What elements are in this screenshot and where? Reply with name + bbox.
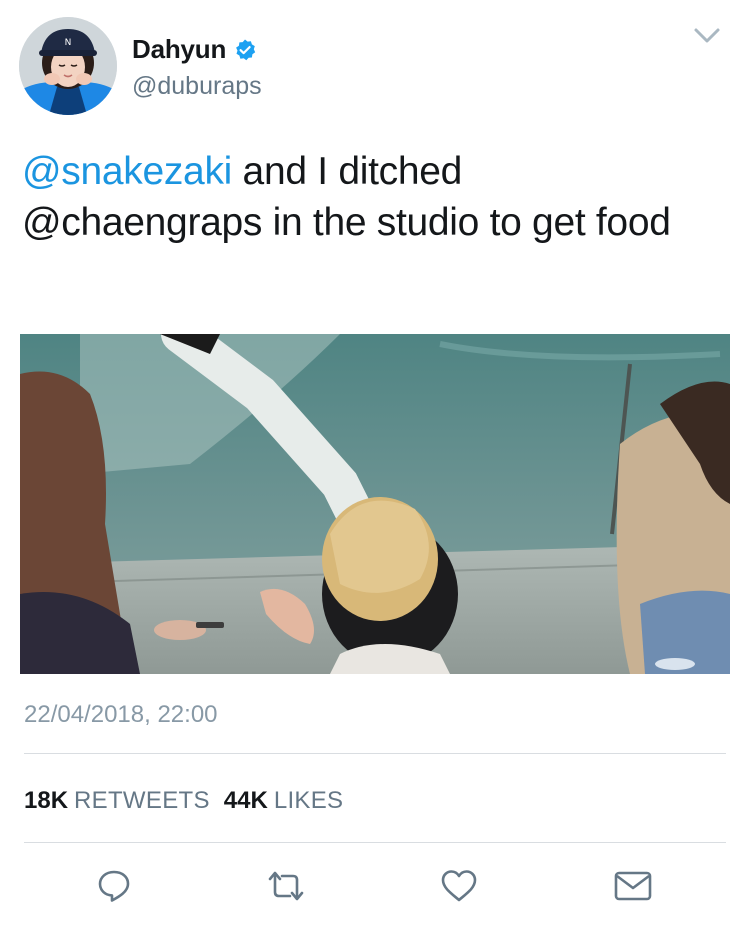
likes-label[interactable]: LIKES: [274, 787, 344, 815]
likes-count[interactable]: 44K: [224, 787, 268, 815]
tweet-timestamp[interactable]: 22/04/2018, 22:00: [24, 701, 218, 729]
like-button[interactable]: [438, 866, 480, 906]
tweet-text-line-2: @chaengraps in the studio to get food: [22, 201, 671, 244]
direct-message-button[interactable]: [612, 866, 654, 906]
heart-icon: [441, 870, 477, 902]
user-handle[interactable]: @duburaps: [132, 72, 262, 101]
tweet-media[interactable]: [20, 334, 730, 674]
reply-icon: [98, 870, 130, 902]
tweet-text: @snakezaki and I ditched @chaengraps in …: [22, 146, 732, 248]
video-thumbnail: [20, 334, 730, 674]
tweet-text-segment: and I ditched: [232, 150, 463, 193]
avatar-image: N: [19, 17, 117, 115]
retweets-label[interactable]: RETWEETS: [74, 787, 210, 815]
chevron-down-icon[interactable]: [692, 24, 722, 48]
divider: [24, 842, 726, 843]
display-name[interactable]: Dahyun: [132, 34, 226, 65]
mention-link[interactable]: @snakezaki: [22, 150, 232, 193]
verified-badge-icon: [236, 39, 256, 60]
retweets-count[interactable]: 18K: [24, 787, 68, 815]
retweet-button[interactable]: [265, 866, 307, 906]
svg-text:N: N: [65, 38, 72, 48]
divider: [24, 753, 726, 754]
tweet-stats: 18K RETWEETS 44K LIKES: [24, 787, 343, 815]
retweet-icon: [268, 871, 304, 901]
avatar[interactable]: N: [19, 17, 117, 115]
envelope-icon: [614, 871, 652, 901]
reply-button[interactable]: [93, 866, 135, 906]
author-name-row[interactable]: Dahyun: [132, 34, 257, 65]
